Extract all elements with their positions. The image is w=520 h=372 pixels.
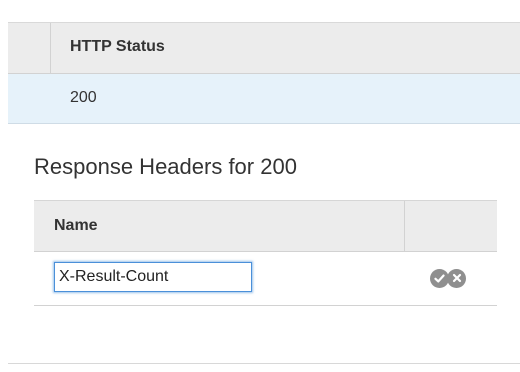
column-divider — [404, 201, 405, 251]
table-row — [34, 252, 497, 306]
method-response-page: HTTP Status 200 Response Headers for 200… — [0, 0, 520, 372]
response-headers-table-header: Name — [34, 200, 497, 252]
http-status-column-header: HTTP Status — [70, 38, 165, 55]
column-divider — [50, 23, 51, 73]
status-row-200[interactable]: 200 — [8, 74, 520, 124]
response-headers-table: Name — [34, 200, 497, 306]
row-actions — [430, 268, 466, 288]
status-code: 200 — [70, 89, 97, 106]
name-column-header: Name — [54, 217, 98, 234]
status-table-header: HTTP Status — [8, 22, 520, 74]
response-headers-panel: Response Headers for 200 Name — [8, 124, 520, 364]
cropped-top-text — [0, 0, 520, 22]
header-name-input[interactable] — [54, 262, 252, 292]
response-headers-title: Response Headers for 200 — [34, 154, 297, 179]
close-circle-icon[interactable] — [447, 268, 466, 288]
